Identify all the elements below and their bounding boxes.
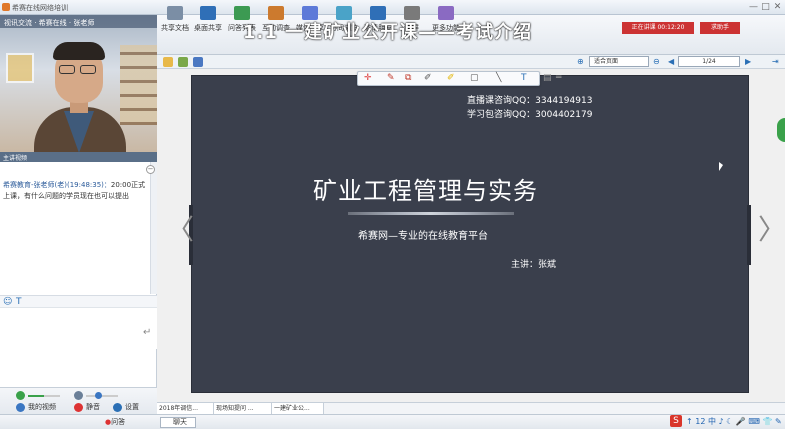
qa-button[interactable]: ●问答 (105, 417, 125, 427)
zoom-in-icon[interactable]: ⊕ (577, 56, 584, 67)
fit-mode-select[interactable]: 适合页面 (589, 56, 649, 67)
slide-divider (348, 212, 514, 215)
chat-collapse-icon[interactable]: − (146, 165, 155, 174)
chat-scrollbar[interactable] (150, 162, 157, 294)
next-slide-icon[interactable]: 〉 (758, 215, 785, 245)
my-video-button[interactable]: 我的视频 (28, 402, 56, 412)
highlighter-icon[interactable]: ✐ (447, 73, 455, 84)
menu-icon[interactable]: ═ (556, 73, 561, 84)
settings-icon (113, 403, 122, 412)
rectangle-icon[interactable]: ▢ (470, 73, 479, 84)
last-page-icon[interactable]: ⇥ (772, 56, 779, 67)
slide-subtitle: 希赛网—专业的在线教育平台 (358, 231, 488, 242)
bookshelf-background (120, 45, 157, 125)
close-button[interactable]: ✕ (772, 2, 783, 13)
chat-button[interactable]: 聊天 (160, 417, 196, 428)
chat-log: 希赛教育-张老师(老)(19:48:35)：20:00正式上课，有什么问题的学员… (0, 162, 150, 294)
upload-icon[interactable] (178, 57, 188, 67)
send-icon[interactable]: ↵ (143, 327, 151, 338)
open-folder-icon[interactable] (163, 57, 173, 67)
minimize-button[interactable]: — (748, 2, 759, 13)
slide-edge-right (747, 205, 751, 265)
tab-document-1[interactable]: 2018年调信... (157, 403, 214, 414)
next-page-icon[interactable]: ▶ (745, 56, 751, 67)
wall-art-background (6, 53, 34, 83)
chat-sender: 希赛教育-张老师(老)(19:48:35)： (3, 181, 111, 189)
glasses-right (80, 65, 96, 74)
slide-title: 矿业工程管理与实务 (313, 177, 538, 205)
slide-contact-package: 学习包咨询QQ：3004402179 (467, 110, 593, 120)
input-method-icon[interactable]: S (670, 415, 682, 427)
tab-document-3[interactable]: 一建矿业公... (272, 403, 324, 414)
eraser-icon[interactable]: ✎ (387, 73, 395, 84)
side-widget-icon[interactable] (777, 118, 785, 142)
zoom-out-icon[interactable]: ⊖ (653, 56, 660, 67)
chat-input[interactable] (0, 307, 157, 349)
mouse-cursor-icon (719, 162, 723, 171)
previous-slide-icon[interactable]: 〈 (166, 215, 194, 245)
video-bar: 主讲视频 (0, 152, 157, 162)
mute-icon (74, 403, 83, 412)
line-icon[interactable]: ╲ (496, 73, 501, 84)
video-caption: 视讯交流 · 希赛在线 · 张老师 (0, 15, 157, 28)
previous-page-icon[interactable]: ◀ (668, 56, 674, 67)
slide-presenter: 主讲：张斌 (511, 260, 557, 270)
text-icon[interactable]: T (521, 73, 527, 84)
tab-document-2[interactable]: 现场知提问 ... (214, 403, 272, 414)
mic-level-fill (28, 395, 44, 397)
copy-icon[interactable]: ⧉ (405, 73, 411, 84)
left-panel: 视讯交流 · 希赛在线 · 张老师 主讲视频 希赛教育-张老师(老)(19:48… (0, 15, 157, 429)
course-title: 1.1 一建矿业公开课——考试介绍 (243, 22, 533, 43)
page-number-input[interactable]: 1/24 (678, 56, 740, 67)
mute-button[interactable]: 静音 (86, 402, 100, 412)
glasses-left (59, 65, 75, 74)
desktop-icon (200, 6, 216, 20)
help-button[interactable]: 求助手 (700, 22, 740, 34)
slide-contact-live: 直播课咨询QQ：3344194913 (467, 96, 593, 106)
window-title: 希赛在线网络培训 (12, 4, 68, 12)
toolbar-desktop-share[interactable]: 桌面共享 (190, 0, 226, 40)
settings-button[interactable]: 设置 (125, 402, 139, 412)
app-logo-icon (2, 3, 10, 11)
teacher-video: 视讯交流 · 希赛在线 · 张老师 (0, 15, 157, 152)
microphone-icon[interactable] (16, 391, 25, 400)
chat-toolbar: ☺ T (0, 295, 157, 307)
document-icon (167, 6, 183, 20)
teacher-hair (53, 42, 105, 60)
video-icon (16, 403, 25, 412)
speaker-volume-slider[interactable] (86, 395, 118, 397)
toolbar-share-document[interactable]: 共享文档 (157, 0, 193, 40)
system-tray: ↑ 12 中 ♪ ☾ 🎤 ⌨ 👕 ✎ (686, 417, 782, 426)
document-list-icon[interactable] (193, 57, 203, 67)
speaker-volume-knob[interactable] (95, 392, 102, 399)
live-status-badge: 正在讲课 00:12:20 (622, 22, 694, 34)
layout-icon[interactable]: ▤ (543, 73, 552, 84)
maximize-button[interactable]: □ (760, 2, 771, 13)
speaker-icon[interactable] (74, 391, 83, 400)
pen-icon[interactable]: ✐ (424, 73, 432, 84)
pointer-icon[interactable]: ✛ (364, 73, 372, 84)
